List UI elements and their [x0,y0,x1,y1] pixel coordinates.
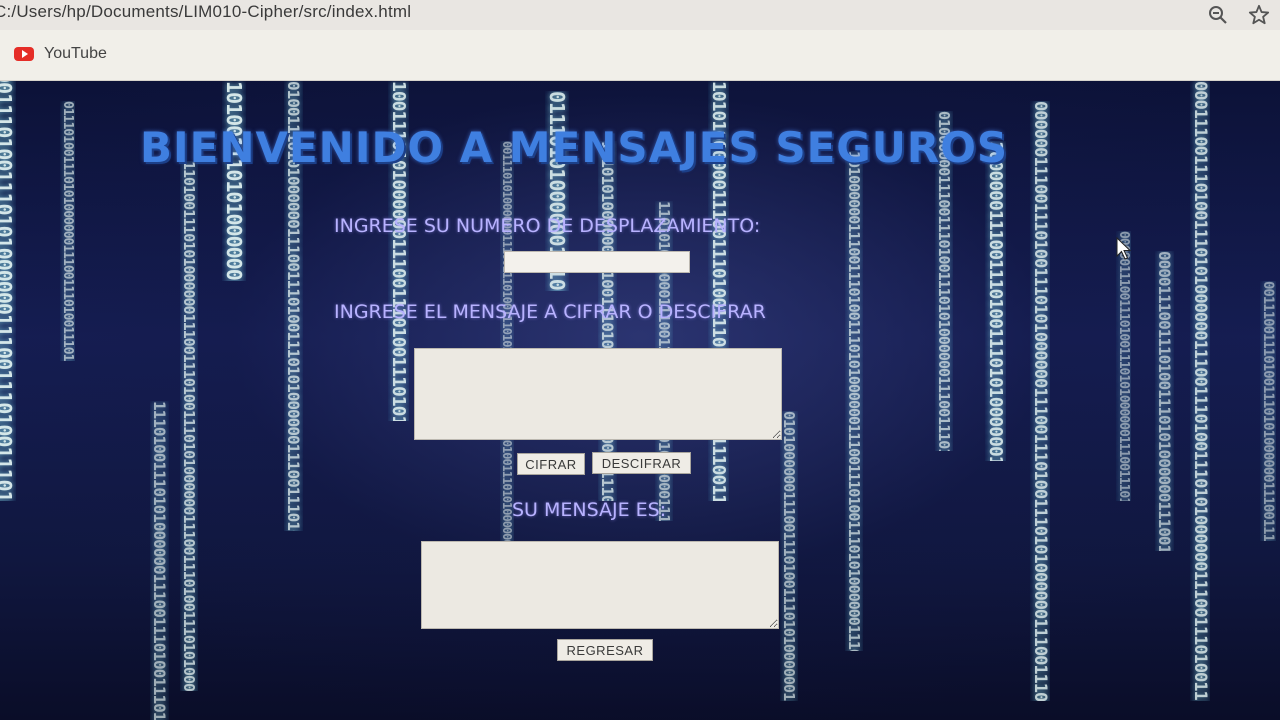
star-icon[interactable] [1248,4,1270,26]
shift-input[interactable] [504,251,690,273]
binary-column: 0111010011101010000001110011101001110101… [60,101,75,361]
binary-column: 1101001110101000000111001110100111010100… [180,161,198,691]
binary-column: 0101000000111001110100111010100000011100… [780,411,798,701]
page-title: BIENVENIDO A MENSAJES SEGUROS [140,123,1009,172]
result-label: SU MENSAJE ES: [512,499,667,521]
binary-column: 1010000001110011101001110101000000111001… [845,151,863,651]
address-bar[interactable]: C:/Users/hp/Documents/LIM010-Cipher/src/… [0,0,1280,30]
cipher-button[interactable]: CIFRAR [517,453,585,475]
youtube-icon [14,47,34,61]
message-input[interactable] [414,348,782,440]
zoom-out-icon[interactable] [1208,5,1228,25]
url-text[interactable]: C:/Users/hp/Documents/LIM010-Cipher/src/… [0,2,411,22]
binary-column: 0000111001110100111010100000011100111010… [1155,251,1174,551]
binary-column: 0011101001110101000000111001110100111010… [0,81,16,501]
binary-column: 1010011101010000001110011101001110101000… [222,81,246,281]
bookmarks-bar: YouTube [0,30,1280,81]
shift-label: INGRESE SU NUMERO DE DESPLAZAMIENTO: [334,215,761,237]
binary-column: 0011100111010011101010000001110011101001… [1260,281,1276,541]
decipher-button[interactable]: DESCIFRAR [592,452,691,474]
message-label: INGRESE EL MENSAJE A CIFRAR O DESCIFRAR [334,301,766,323]
bookmark-label: YouTube [44,45,107,62]
browser-window: C:/Users/hp/Documents/LIM010-Cipher/src/… [0,0,1280,720]
binary-column: 0001110011101001110101000000111001110100… [1190,81,1210,701]
page-viewport: 001110100111010100000011100111010011101 0… [0,81,1280,720]
binary-column: 0000001110011101001110101000000111001110… [1030,101,1050,701]
result-output[interactable] [421,541,779,629]
mouse-cursor-icon [1116,237,1132,260]
binary-column: 1000000111001110100111010100000011100111… [985,141,1006,461]
binary-column: 1110100111010100000011100111010011101010… [150,401,169,720]
binary-column: 0000011100111010011101010000001110011101… [1116,231,1131,501]
bookmark-youtube[interactable]: YouTube [14,42,107,66]
back-button[interactable]: REGRESAR [557,639,653,661]
